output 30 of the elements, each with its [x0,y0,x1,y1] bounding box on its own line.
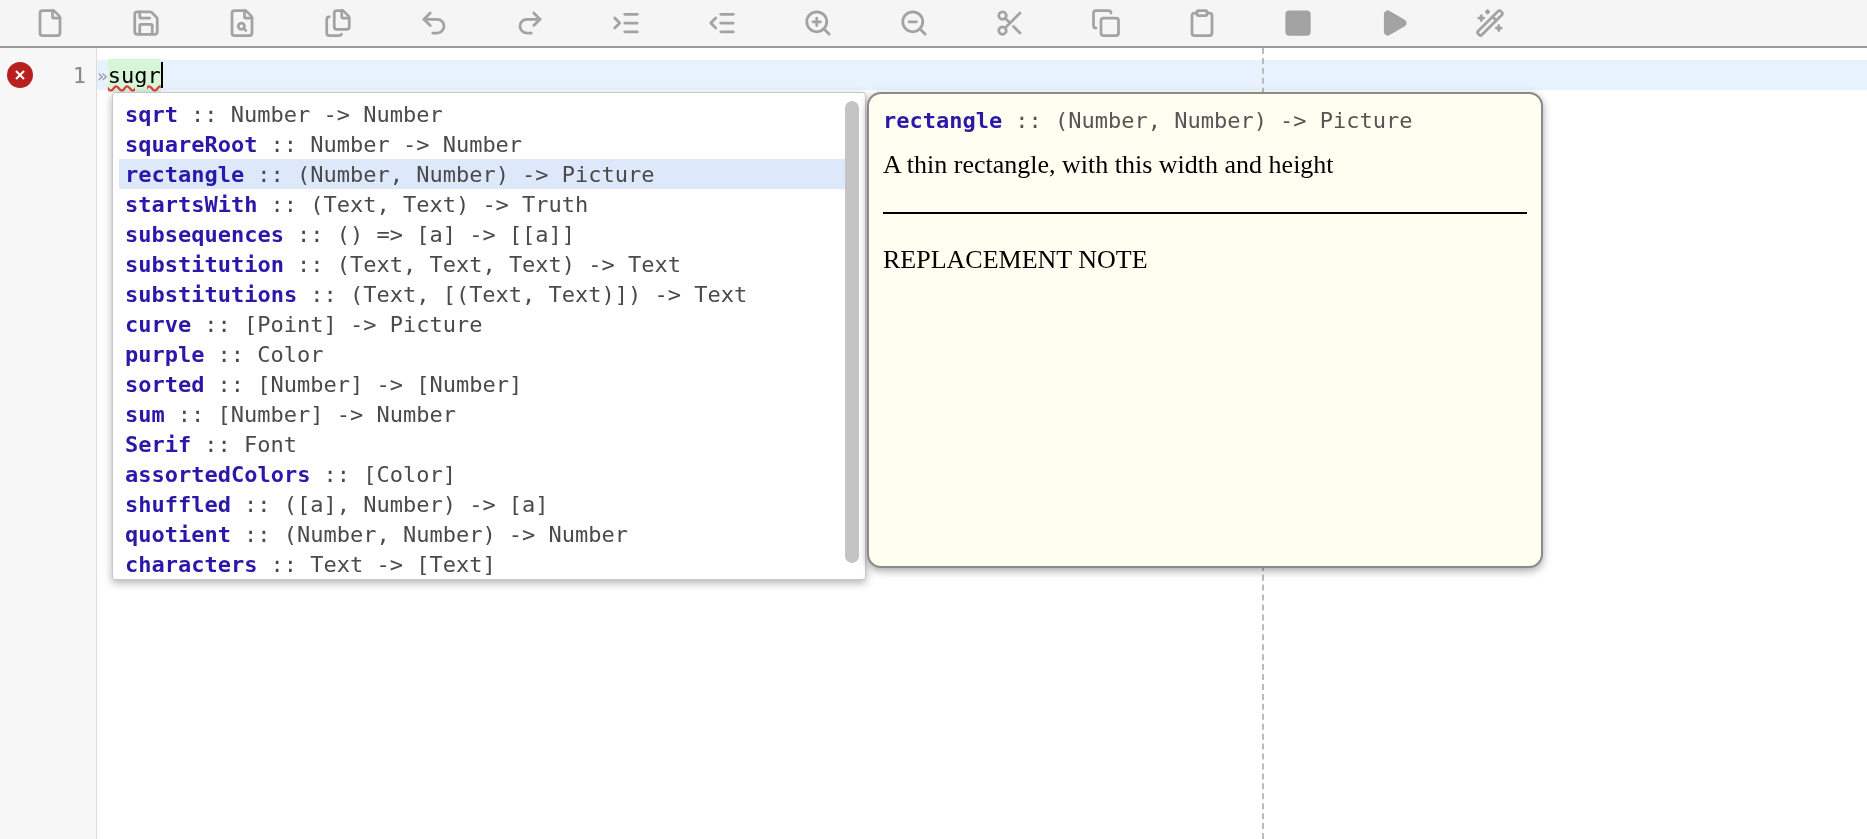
completion-item[interactable]: shuffled :: ([a], Number) -> [a] [119,489,845,519]
magic-wand-icon [1475,8,1505,38]
scrollbar[interactable] [845,101,859,563]
line-number: 1 [72,61,86,90]
completion-item[interactable]: subsequences :: () => [a] -> [[a]] [119,219,845,249]
description: A thin rectangle, with this width and height [883,149,1335,181]
completion-item[interactable]: squareRoot :: Number -> Number [119,129,845,159]
zoom-out-icon [899,8,929,38]
completion-item[interactable]: startsWith :: (Text, Text) -> Truth [119,189,845,219]
stop-icon [1283,8,1313,38]
completion-item[interactable]: quotient :: (Number, Number) -> Number [119,519,845,549]
save-icon [131,8,161,38]
copy-icon [1091,8,1121,38]
completion-item[interactable]: curve :: [Point] -> Picture [119,309,845,339]
typed-text: sugr [107,58,161,92]
completion-item[interactable]: sqrt :: Number -> Number [119,99,845,129]
completion-item[interactable]: substitutions :: (Text, [(Text, Text)]) -> Text [119,279,845,309]
note: REPLACEMENT NOTE [883,244,1149,276]
documents-icon [323,8,353,38]
tab-marker: » [97,63,108,88]
completion-item[interactable]: sum :: [Number] -> Number [119,399,845,429]
completion-item[interactable]: purple :: Color [119,339,845,369]
completion-item[interactable]: substitution :: (Text, Text, Text) -> Text [119,249,845,279]
completion-item[interactable]: Serif :: Font [119,429,845,459]
completion-item[interactable]: characters :: Text -> [Text] [119,549,845,579]
completion-item[interactable]: assortedColors :: [Color] [119,459,845,489]
completion-item[interactable]: sorted :: [Number] -> [Number] [119,369,845,399]
zoom-in-icon [803,8,833,38]
signature: rectangle :: (Number, Number) -> Picture [883,107,1414,135]
completion-item[interactable]: rectangle :: (Number, Number) -> Picture [119,159,845,189]
